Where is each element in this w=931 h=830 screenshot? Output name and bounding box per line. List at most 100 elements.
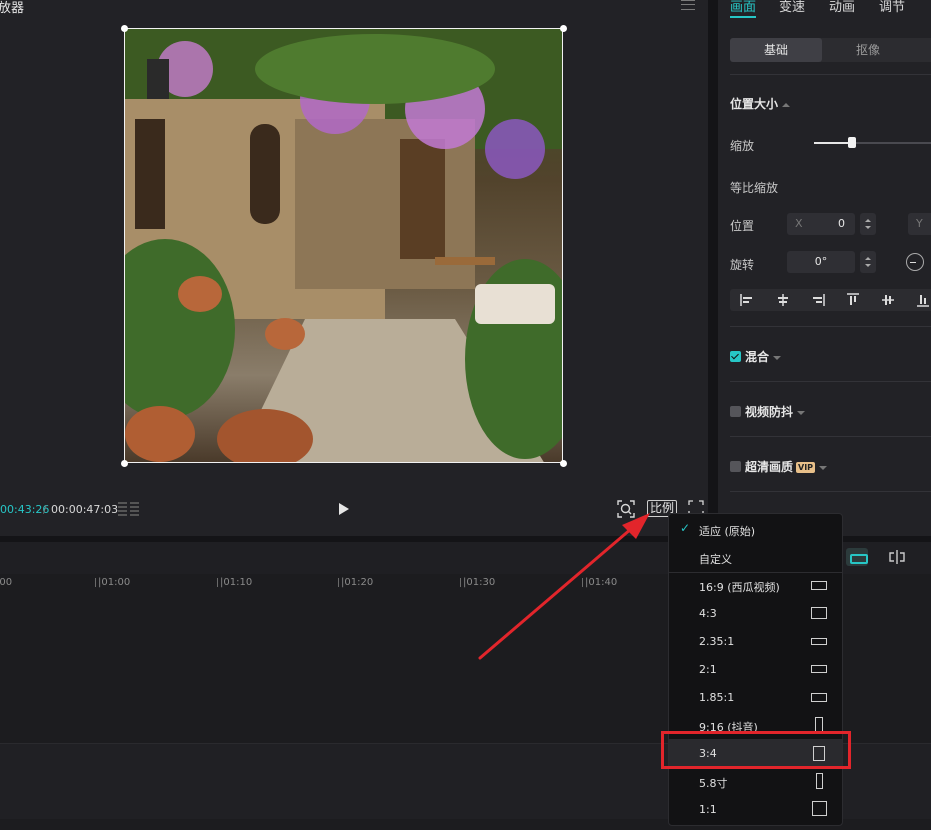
expand-icon <box>797 410 806 415</box>
position-x-field[interactable]: X 0 <box>787 213 855 235</box>
ratio-16-9-icon <box>811 581 827 590</box>
sub-tab-cutout[interactable]: 抠像 <box>822 38 914 62</box>
position-label: 位置 <box>730 219 755 233</box>
vip-badge: VIP <box>796 462 816 473</box>
collapse-icon <box>782 102 791 107</box>
ratio-option-16-9[interactable]: 16:9 (西瓜视频) <box>669 571 842 599</box>
ratio-option-label: 4:3 <box>699 607 717 620</box>
player-menu-icon[interactable] <box>681 0 695 10</box>
total-time: 00:00:47:03 <box>51 503 119 516</box>
ratio-option-label: 2:1 <box>699 663 717 676</box>
divider <box>730 326 931 327</box>
tab-animation[interactable]: 动画 <box>829 0 855 15</box>
tab-speed[interactable]: 变速 <box>779 0 805 15</box>
ratio-2-1-icon <box>811 665 827 673</box>
ruler-tick: |01:20 <box>337 577 374 588</box>
position-x-value: 0 <box>838 217 845 230</box>
crop-handle-bottom-left[interactable] <box>121 460 128 467</box>
properties-panel: 画面 变速 动画 调节 基础 抠像 位置大小 缩放 等比缩放 位置 X 0 Y … <box>718 0 931 536</box>
ratio-option-label: 1:1 <box>699 803 717 816</box>
blend-checkbox[interactable] <box>730 351 741 362</box>
ratio-option-2-1[interactable]: 2:1 <box>669 655 842 683</box>
align-left-icon[interactable] <box>740 293 754 307</box>
blend-toggle[interactable]: 混合 <box>730 348 782 365</box>
align-center-vertical-icon[interactable] <box>881 293 895 307</box>
active-tab-indicator <box>730 16 756 18</box>
rotate-stepper[interactable] <box>860 251 876 273</box>
preview-image <box>125 29 562 462</box>
ratio-9-16-icon <box>815 717 823 732</box>
crop-handle-top-left[interactable] <box>121 25 128 32</box>
ratio-option-label: 2.35:1 <box>699 635 735 648</box>
hd-quality-toggle[interactable]: 超清画质 VIP <box>730 458 828 475</box>
aspect-ratio-menu: ✓ 适应 (原始) 自定义 16:9 (西瓜视频) 4:3 2.35:1 2:1… <box>668 513 843 826</box>
video-player-panel: 放器 00:43:26 / 00:00:47:03 比例 <box>0 0 708 536</box>
time-separator: / <box>43 503 47 516</box>
position-y-field[interactable]: Y <box>908 213 931 235</box>
stabilize-label: 视频防抖 <box>745 405 794 419</box>
scale-label: 缩放 <box>730 139 755 153</box>
tab-picture[interactable]: 画面 <box>730 0 756 15</box>
stabilize-toggle[interactable]: 视频防抖 <box>730 403 806 420</box>
ratio-option-label: 自定义 <box>699 553 732 566</box>
sub-tab-bar: 基础 抠像 <box>730 38 931 62</box>
uniform-scale-label: 等比缩放 <box>730 181 779 195</box>
position-x-stepper[interactable] <box>860 213 876 235</box>
section-position-size[interactable]: 位置大小 <box>730 95 791 112</box>
annotation-highlight-box <box>661 731 851 769</box>
hd-quality-checkbox[interactable] <box>730 461 741 472</box>
divider <box>730 491 931 492</box>
expand-icon <box>819 465 828 470</box>
rotate-dial[interactable] <box>906 253 924 271</box>
crop-handle-top-right[interactable] <box>560 25 567 32</box>
ratio-2-35-1-icon <box>811 638 827 645</box>
hd-quality-label: 超清画质 <box>745 460 794 474</box>
frames-icon[interactable] <box>118 501 140 517</box>
ratio-option-1-85-1[interactable]: 1.85:1 <box>669 683 842 711</box>
sub-tab-basic[interactable]: 基础 <box>730 38 822 62</box>
split-icon[interactable] <box>886 548 908 566</box>
ratio-option-fit-original[interactable]: ✓ 适应 (原始) <box>669 515 842 543</box>
ratio-option-label: 适应 (原始) <box>699 525 756 538</box>
divider <box>730 436 931 437</box>
expand-icon <box>773 355 782 360</box>
rotate-label: 旋转 <box>730 258 755 272</box>
scale-slider-knob[interactable] <box>848 137 856 148</box>
ruler-tick: |00 <box>0 577 12 588</box>
y-axis-label: Y <box>916 217 923 230</box>
ratio-option-label: 16:9 (西瓜视频) <box>699 581 780 594</box>
ratio-option-custom[interactable]: 自定义 <box>669 543 842 571</box>
align-right-icon[interactable] <box>811 293 825 307</box>
rotate-value: 0° <box>814 255 828 268</box>
scale-slider[interactable] <box>814 137 931 148</box>
scale-slider-fill <box>814 142 848 144</box>
ratio-1-85-1-icon <box>811 693 827 702</box>
stabilize-checkbox[interactable] <box>730 406 741 417</box>
scale-slider-track <box>856 142 931 144</box>
align-center-horizontal-icon[interactable] <box>776 293 790 307</box>
align-bottom-icon[interactable] <box>916 293 930 307</box>
ratio-4-3-icon <box>811 607 827 619</box>
divider <box>730 381 931 382</box>
ratio-option-2-35-1[interactable]: 2.35:1 <box>669 627 842 655</box>
x-axis-label: X <box>795 217 803 230</box>
tab-adjust[interactable]: 调节 <box>879 0 905 15</box>
ratio-option-5-8-inch[interactable]: 5.8寸 <box>669 767 842 795</box>
crop-handle-bottom-right[interactable] <box>560 460 567 467</box>
align-top-icon[interactable] <box>846 293 860 307</box>
section-position-size-label: 位置大小 <box>730 97 779 111</box>
video-preview[interactable] <box>124 28 563 463</box>
current-time: 00:43:26 <box>0 503 50 516</box>
ratio-5-8-inch-icon <box>816 773 823 789</box>
divider <box>730 74 931 75</box>
snap-toggle-icon[interactable] <box>846 548 868 566</box>
rotate-field[interactable]: 0° <box>787 251 855 273</box>
ratio-1-1-icon <box>812 801 827 816</box>
align-toolbar <box>730 289 931 311</box>
play-button[interactable] <box>336 500 352 518</box>
ratio-option-1-1[interactable]: 1:1 <box>669 795 842 823</box>
blend-label: 混合 <box>745 350 770 364</box>
ruler-tick: |01:00 <box>94 577 131 588</box>
ratio-option-4-3[interactable]: 4:3 <box>669 599 842 627</box>
ratio-option-label: 1.85:1 <box>699 691 735 704</box>
